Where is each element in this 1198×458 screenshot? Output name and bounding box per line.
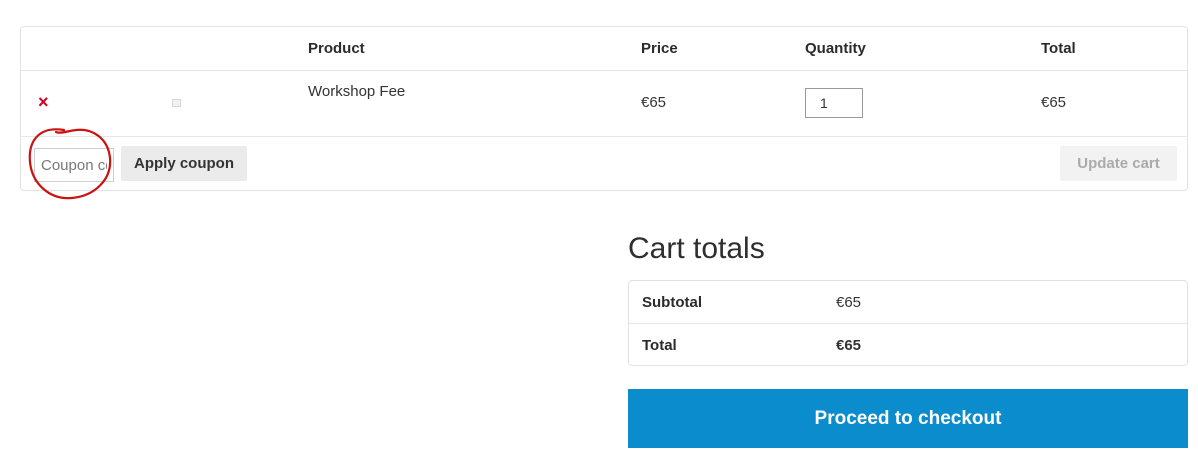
product-subtotal: €65 (1041, 94, 1067, 111)
total-label: Total (642, 337, 677, 354)
subtotal-value: €65 (836, 294, 862, 311)
divider (629, 323, 1187, 324)
total-value: €65 (836, 337, 862, 354)
proceed-to-checkout-button[interactable]: Proceed to checkout (628, 389, 1188, 448)
divider (21, 136, 1187, 137)
header-price: Price (641, 40, 678, 57)
header-product: Product (308, 40, 365, 57)
quantity-input[interactable] (805, 88, 863, 118)
divider (21, 70, 1187, 71)
header-quantity: Quantity (805, 40, 866, 57)
subtotal-label: Subtotal (642, 294, 702, 311)
cart-totals-table: Subtotal €65 Total €65 (628, 280, 1188, 366)
product-name-link[interactable]: Workshop Fee (308, 83, 405, 100)
cart-totals-title: Cart totals (628, 232, 765, 265)
cart-table: Product Price Quantity Total × Workshop … (20, 26, 1188, 191)
remove-item-icon[interactable]: × (38, 93, 49, 111)
product-price: €65 (641, 94, 667, 111)
coupon-code-input[interactable] (34, 148, 114, 182)
product-thumbnail[interactable] (172, 99, 181, 107)
header-total: Total (1041, 40, 1076, 57)
update-cart-button[interactable]: Update cart (1060, 146, 1177, 181)
apply-coupon-button[interactable]: Apply coupon (121, 146, 247, 181)
